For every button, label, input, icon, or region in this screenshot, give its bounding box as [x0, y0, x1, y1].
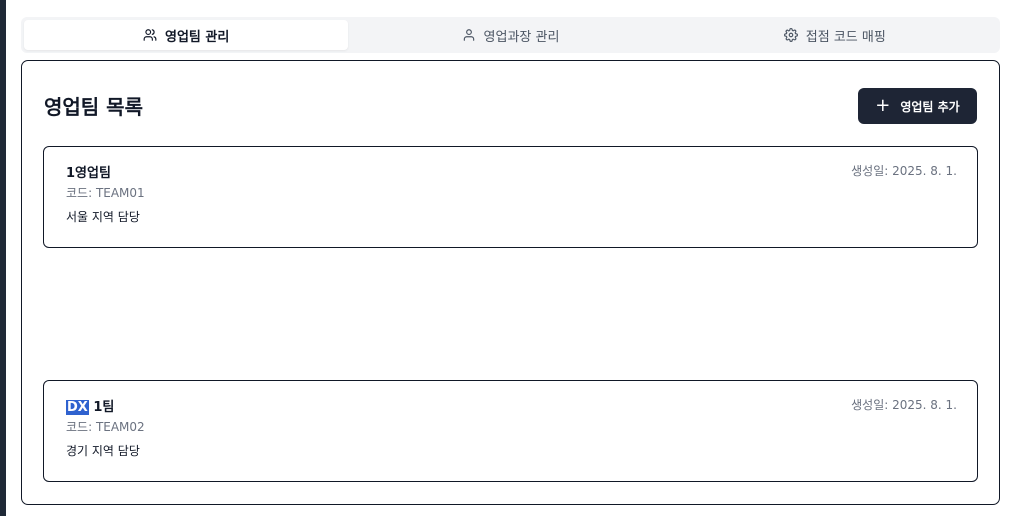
- users-icon: [143, 29, 157, 41]
- team-code: 코드: TEAM02: [66, 420, 145, 434]
- tab-label: 영업과장 관리: [483, 29, 560, 45]
- add-sales-team-button[interactable]: + 영업팀 추가: [858, 88, 977, 124]
- tab-bar: 영업팀 관리 영업과장 관리 접점 코드 매핑: [21, 17, 1000, 53]
- plus-icon: +: [875, 95, 891, 116]
- page-title: 영업팀 목록: [44, 95, 143, 119]
- selected-text: DX: [66, 400, 89, 415]
- add-button-label: 영업팀 추가: [900, 99, 960, 114]
- team-description: 경기 지역 담당: [66, 444, 140, 458]
- team-name: 1영업팀: [66, 166, 111, 181]
- team-name: DX 1팀: [66, 396, 114, 415]
- team-created-date: 생성일: 2025. 8. 1.: [851, 398, 957, 412]
- sales-team-list-card: 영업팀 목록 + 영업팀 추가 1영업팀 코드: TEAM01 서울 지역 담당…: [21, 60, 1000, 505]
- team-code: 코드: TEAM01: [66, 186, 145, 200]
- team-item[interactable]: DX 1팀 코드: TEAM02 경기 지역 담당 생성일: 2025. 8. …: [43, 380, 978, 482]
- user-icon: [463, 29, 474, 41]
- team-created-date: 생성일: 2025. 8. 1.: [851, 164, 957, 178]
- tab-sales-manager-management[interactable]: 영업과장 관리: [348, 20, 672, 50]
- tab-label: 영업팀 관리: [165, 29, 230, 45]
- team-description: 서울 지역 담당: [66, 210, 140, 224]
- window-left-edge: [0, 0, 6, 516]
- tab-contact-code-mapping[interactable]: 접점 코드 매핑: [673, 20, 997, 50]
- tab-label: 접점 코드 매핑: [805, 29, 886, 45]
- tab-sales-team-management[interactable]: 영업팀 관리: [24, 20, 349, 50]
- gear-icon: [783, 28, 798, 42]
- team-item[interactable]: 1영업팀 코드: TEAM01 서울 지역 담당 생성일: 2025. 8. 1…: [43, 146, 978, 248]
- team-name-rest: 1팀: [88, 400, 115, 415]
